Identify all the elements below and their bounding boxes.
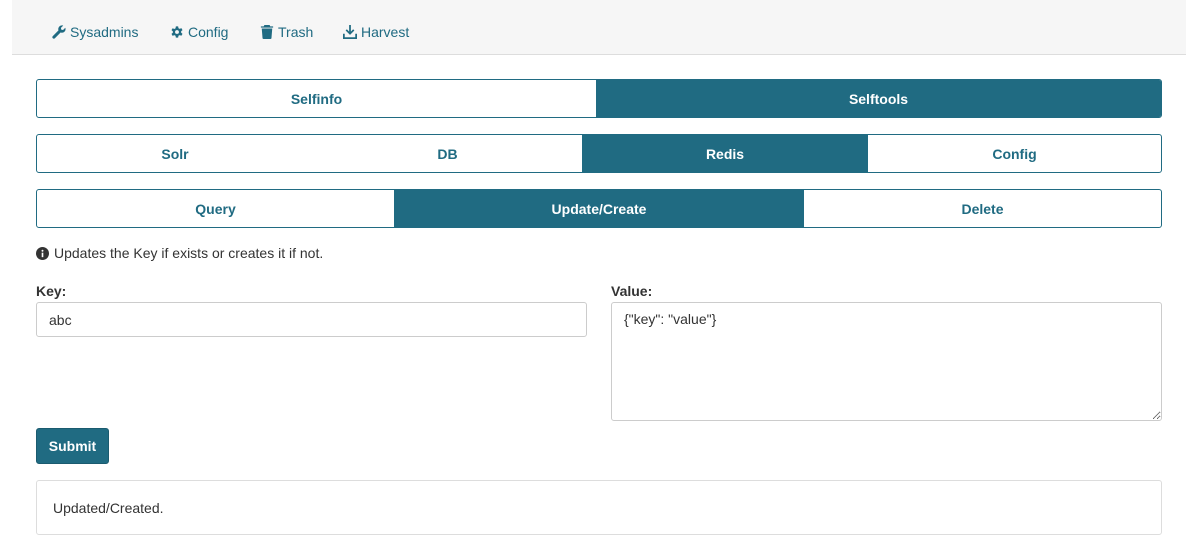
nav-config-label: Config [188,24,229,40]
nav-trash-label: Trash [278,24,314,40]
value-label: Value: [611,283,653,299]
value-textarea[interactable]: {"key": "value"} [611,302,1162,421]
gear-icon [171,26,183,38]
tab-selfinfo[interactable]: Selfinfo [37,80,596,117]
nav-harvest-link[interactable]: Harvest [343,23,409,41]
info-circle-icon [36,246,49,260]
tabs-level1: Selfinfo Selftools [36,79,1162,118]
info-message: Updates the Key if exists or creates it … [36,245,323,261]
tab-config[interactable]: Config [868,135,1161,172]
nav-sysadmins-label: Sysadmins [70,24,139,40]
result-panel: Updated/Created. [36,480,1162,535]
nav-sysadmins-link[interactable]: Sysadmins [52,23,138,41]
tab-selftools[interactable]: Selftools [596,80,1161,117]
submit-button[interactable]: Submit [36,428,109,464]
top-navbar: Sysadmins Config Trash Harvest [12,0,1186,55]
key-label: Key: [36,283,67,299]
trash-icon [260,25,274,39]
tab-redis[interactable]: Redis [582,135,868,172]
download-icon [343,25,357,39]
tabs-level3: Query Update/Create Delete [36,189,1162,228]
tab-delete[interactable]: Delete [804,190,1161,227]
nav-trash-link[interactable]: Trash [260,23,313,41]
nav-harvest-label: Harvest [361,24,410,40]
key-input[interactable] [36,302,587,337]
tab-query[interactable]: Query [37,190,394,227]
tab-update-create[interactable]: Update/Create [394,190,804,227]
tab-db[interactable]: DB [313,135,582,172]
tab-solr[interactable]: Solr [37,135,313,172]
result-text: Updated/Created. [53,499,164,516]
nav-config-link[interactable]: Config [170,23,228,41]
info-text: Updates the Key if exists or creates it … [54,245,324,261]
tabs-level2: Solr DB Redis Config [36,134,1162,173]
wrench-icon [52,25,66,39]
